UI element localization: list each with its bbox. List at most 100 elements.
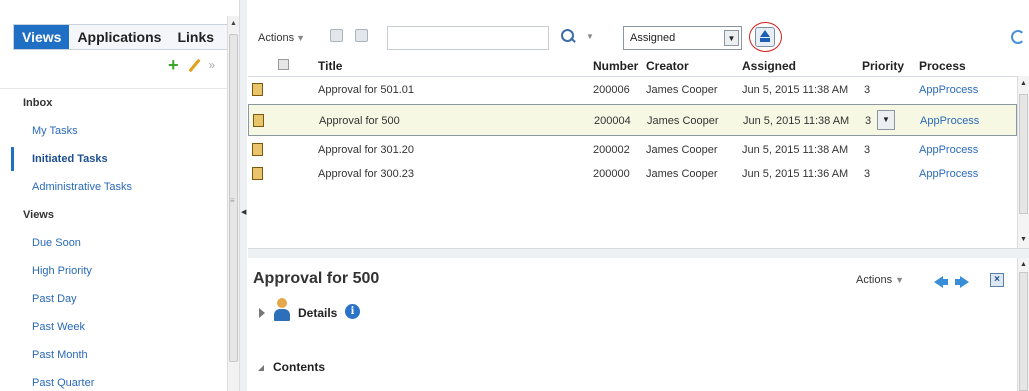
nav-heading-views: Views [23, 209, 54, 221]
cell-creator: James Cooper [647, 115, 719, 127]
scroll-up-icon[interactable]: ▲ [1020, 261, 1027, 268]
panel-splitter[interactable]: ◀ [239, 0, 247, 391]
column-header-creator[interactable]: Creator [646, 59, 689, 73]
collapse-left-icon[interactable]: ◀ [241, 208, 246, 216]
cell-title: Approval for 300.23 [318, 168, 415, 180]
detail-scrollbar[interactable]: ▲ [1017, 258, 1029, 391]
nav-list: Inbox My Tasks Initiated Tasks Administr… [0, 88, 230, 391]
nav-heading-inbox: Inbox [23, 97, 53, 109]
chevron-down-icon[interactable]: ▼ [724, 30, 739, 46]
table-row-selected[interactable]: Approval for 500 200004 James Cooper Jun… [248, 104, 1017, 136]
cell-priority[interactable]: 3 [865, 115, 871, 127]
cell-assigned: Jun 5, 2015 11:38 AM [743, 115, 850, 127]
previous-task-icon[interactable] [934, 276, 948, 288]
cell-assigned: Jun 5, 2015 11:38 AM [742, 144, 849, 156]
left-scrollbar[interactable]: ▲ ≡ [227, 16, 239, 391]
chevron-down-icon: ▼ [895, 275, 904, 285]
details-section-label[interactable]: Details [298, 306, 337, 320]
task-icon [252, 167, 263, 180]
cell-priority: 3 [864, 144, 871, 156]
left-tabs: Views Applications Links · [13, 24, 236, 50]
scroll-up-icon[interactable]: ▲ [1020, 80, 1027, 87]
cell-number: 200000 [593, 168, 630, 180]
filter-select[interactable]: Assigned ▼ [623, 26, 742, 50]
search-input[interactable] [387, 26, 549, 50]
left-toolbar: + » [168, 56, 216, 74]
chevron-right-icon[interactable]: » [209, 58, 216, 72]
cell-assigned: Jun 5, 2015 11:38 AM [742, 84, 849, 96]
tab-links[interactable]: Links [169, 25, 222, 49]
scroll-thumb[interactable] [1019, 272, 1028, 391]
tab-applications[interactable]: Applications [69, 25, 169, 49]
cell-priority: 3 [864, 84, 871, 96]
table-row[interactable]: Approval for 501.01 200006 James Cooper … [248, 78, 1017, 102]
priority-dropdown-icon[interactable]: ▼ [877, 110, 895, 130]
upload-icon[interactable] [755, 27, 775, 47]
collapse-contents-icon[interactable] [258, 365, 264, 371]
actions-label: Actions [258, 32, 295, 44]
add-view-icon[interactable]: + [168, 56, 179, 74]
task-icon [252, 83, 263, 96]
search-options-icon[interactable]: ▼ [586, 32, 594, 41]
cell-process-link[interactable]: AppProcess [919, 168, 978, 180]
user-icon [272, 298, 292, 324]
nav-item-my-tasks[interactable]: My Tasks [0, 117, 230, 145]
cell-priority: 3 [864, 168, 871, 180]
grip-icon: ≡ [230, 196, 235, 205]
refresh-icon[interactable] [1011, 30, 1025, 44]
nav-item-high-priority[interactable]: High Priority [0, 257, 230, 285]
nav-item-past-month[interactable]: Past Month [0, 341, 230, 369]
cell-number: 200006 [593, 84, 630, 96]
cell-creator: James Cooper [646, 168, 718, 180]
cell-process-link[interactable]: AppProcess [919, 84, 978, 96]
edit-view-icon[interactable] [187, 58, 201, 72]
nav-item-due-soon[interactable]: Due Soon [0, 229, 230, 257]
filter-selected-value: Assigned [630, 32, 676, 44]
actions-menu[interactable]: Actions ▼ [258, 32, 305, 44]
search-icon[interactable] [560, 28, 576, 44]
select-column-icon[interactable] [278, 59, 289, 70]
cell-process-link[interactable]: AppProcess [919, 144, 978, 156]
detail-actions-menu[interactable]: Actions ▼ [856, 274, 904, 286]
detail-actions-label: Actions [856, 274, 893, 286]
column-header-process[interactable]: Process [919, 59, 966, 73]
nav-item-past-day[interactable]: Past Day [0, 285, 230, 313]
scroll-down-icon[interactable]: ▼ [1020, 236, 1027, 243]
table-row[interactable]: Approval for 301.20 200002 James Cooper … [248, 138, 1017, 162]
cell-assigned: Jun 5, 2015 11:36 AM [742, 168, 849, 180]
task-icon [253, 114, 264, 127]
nav-item-past-week[interactable]: Past Week [0, 313, 230, 341]
worklist-app: Views Applications Links · + » Inbox My … [0, 0, 1029, 391]
column-header-assigned[interactable]: Assigned [742, 59, 796, 73]
column-header-priority[interactable]: Priority [862, 59, 904, 73]
task-toolbar: Actions ▼ ▼ Assigned ▼ [248, 22, 1029, 54]
nav-item-administrative-tasks[interactable]: Administrative Tasks [0, 173, 230, 201]
nav-item-past-quarter[interactable]: Past Quarter [0, 369, 230, 391]
cell-title: Approval for 301.20 [318, 144, 415, 156]
left-panel: Views Applications Links · + » Inbox My … [0, 0, 240, 391]
horizontal-splitter[interactable] [248, 248, 1029, 258]
table-row[interactable]: Approval for 300.23 200000 James Cooper … [248, 162, 1017, 186]
scroll-thumb[interactable] [1019, 94, 1028, 214]
close-icon[interactable]: × [990, 273, 1004, 287]
chevron-down-icon: ▼ [296, 33, 305, 43]
contents-section-label[interactable]: Contents [273, 360, 325, 374]
scroll-up-icon[interactable]: ▲ [230, 20, 237, 27]
reject-icon[interactable] [355, 29, 368, 42]
approve-icon[interactable] [330, 29, 343, 42]
table-header: Title Number Creator Assigned Priority P… [248, 54, 1017, 77]
nav-item-initiated-tasks[interactable]: Initiated Tasks [0, 145, 230, 173]
column-header-number[interactable]: Number [593, 59, 638, 73]
next-task-icon[interactable] [955, 276, 969, 288]
task-table: Title Number Creator Assigned Priority P… [248, 54, 1017, 248]
cell-number: 200004 [594, 115, 631, 127]
table-scrollbar[interactable]: ▲ ▼ [1017, 76, 1029, 258]
detail-title: Approval for 500 [253, 270, 380, 287]
info-icon[interactable]: i [345, 304, 360, 319]
tab-views[interactable]: Views [14, 25, 70, 49]
cell-process-link[interactable]: AppProcess [920, 115, 979, 127]
task-detail-pane: Approval for 500 Actions ▼ × Details i Co… [248, 258, 1017, 391]
column-header-title[interactable]: Title [318, 59, 342, 73]
task-icon [252, 143, 263, 156]
expand-details-icon[interactable] [259, 308, 265, 318]
